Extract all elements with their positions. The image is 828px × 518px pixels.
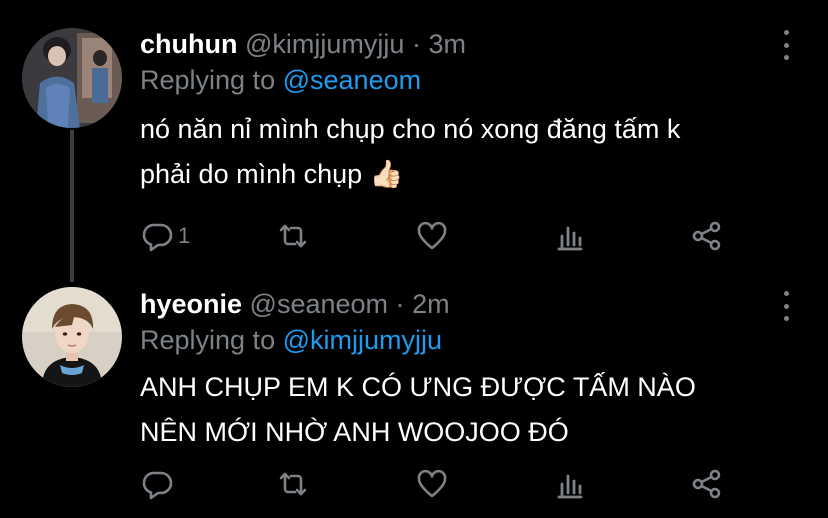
comment-icon	[142, 223, 173, 252]
tweet-text-line: nó năn nỉ mình chụp cho nó xong đăng tấm…	[140, 114, 681, 144]
heart-icon	[417, 221, 447, 250]
handle[interactable]: @seaneom	[250, 289, 388, 319]
share-icon	[692, 469, 721, 499]
replying-to-mention[interactable]: @seaneom	[283, 65, 421, 95]
retweet-icon	[279, 472, 307, 496]
heart-icon	[417, 469, 447, 498]
share-button[interactable]	[691, 468, 723, 500]
thread-connector	[70, 130, 74, 282]
tweet-header: chuhun @kimjjumyjju · 3m	[140, 28, 466, 60]
tweet-text-line: NÊN MỚI NHỜ ANH WOOJOO ĐÓ	[140, 417, 569, 447]
tweet-1[interactable]: chuhun @kimjjumyjju · 3m Replying to @se…	[0, 0, 828, 282]
avatar[interactable]	[22, 28, 122, 128]
tweet-text: nó năn nỉ mình chụp cho nó xong đăng tấm…	[140, 107, 800, 197]
avatar[interactable]	[22, 287, 122, 387]
handle[interactable]: @kimjjumyjju	[245, 29, 404, 59]
comment-icon	[142, 471, 173, 500]
retweet-button[interactable]	[277, 468, 309, 500]
analytics-icon	[557, 226, 583, 251]
replying-to: Replying to @kimjjumyjju	[140, 324, 442, 356]
reply-count: 1	[178, 223, 191, 248]
more-options-icon[interactable]	[774, 30, 798, 60]
share-icon	[692, 221, 721, 251]
like-button[interactable]	[416, 220, 448, 252]
tweet-text: ANH CHỤP EM K CÓ ƯNG ĐƯỢC TẤM NÀO NÊN MỚ…	[140, 365, 800, 455]
separator: ·	[395, 289, 405, 319]
analytics-icon	[557, 474, 583, 499]
retweet-button[interactable]	[277, 220, 309, 252]
analytics-button[interactable]	[554, 222, 586, 254]
replying-to-label: Replying to	[140, 325, 276, 355]
share-button[interactable]	[691, 220, 723, 252]
replying-to: Replying to @seaneom	[140, 64, 421, 96]
retweet-icon	[279, 224, 307, 248]
more-options-icon[interactable]	[774, 291, 798, 321]
display-name[interactable]: hyeonie	[140, 289, 242, 319]
timestamp[interactable]: 2m	[412, 289, 450, 319]
separator: ·	[411, 29, 421, 59]
analytics-button[interactable]	[554, 470, 586, 502]
tweet-text-line: ANH CHỤP EM K CÓ ƯNG ĐƯỢC TẤM NÀO	[140, 372, 696, 402]
reply-button[interactable]: 1	[142, 220, 190, 252]
reply-button[interactable]	[142, 468, 178, 500]
replying-to-mention[interactable]: @kimjjumyjju	[283, 325, 442, 355]
tweet-header: hyeonie @seaneom · 2m	[140, 288, 450, 320]
timestamp[interactable]: 3m	[428, 29, 466, 59]
tweet-text-line: phải do mình chụp 👍🏻	[140, 159, 404, 189]
like-button[interactable]	[416, 468, 448, 500]
tweet-2[interactable]: hyeonie @seaneom · 2m Replying to @kimjj…	[0, 282, 828, 518]
replying-to-label: Replying to	[140, 65, 276, 95]
display-name[interactable]: chuhun	[140, 29, 237, 59]
